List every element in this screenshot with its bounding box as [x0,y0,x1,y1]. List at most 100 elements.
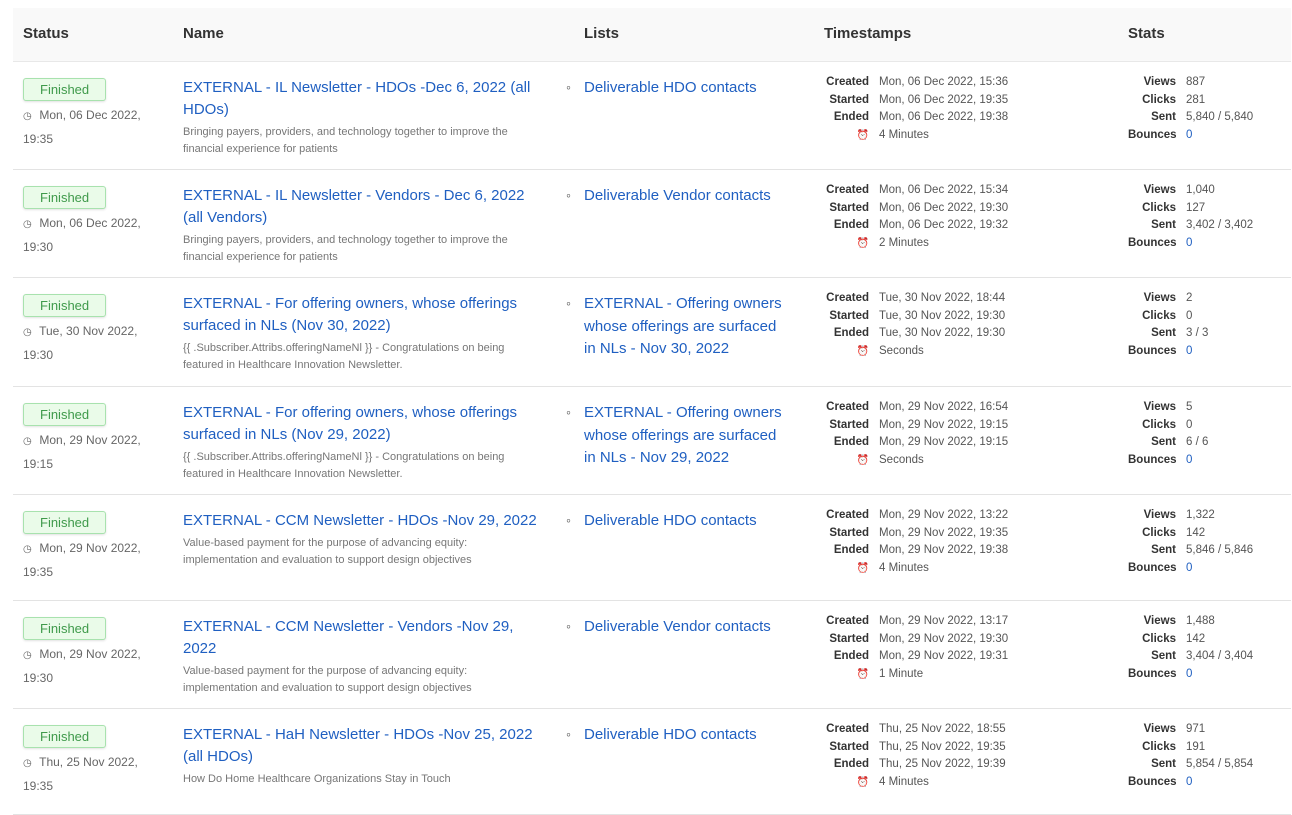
clicks-value: 0 [1186,309,1193,322]
views-label: Views [1143,723,1176,735]
clock-icon: ◷ [23,327,32,338]
header-name[interactable]: Name [183,25,224,42]
campaign-name-link[interactable]: EXTERNAL - IL Newsletter - HDOs -Dec 6, … [183,77,563,121]
name-cell: EXTERNAL - CCM Newsletter - Vendors -Nov… [183,616,563,697]
list-link[interactable]: EXTERNAL - Offering owners whose offerin… [584,293,814,361]
status-date: ◷ Mon, 06 Dec 2022, 19:30 [23,216,141,254]
clicks-label: Clicks [1142,93,1176,106]
bounces-link[interactable]: 0 [1186,345,1192,357]
name-cell: EXTERNAL - HaH Newsletter - HDOs -Nov 25… [183,724,563,788]
stats-cell: Views 1,488 Clicks 142 Sent 3,404 / 3,404 B… [1128,613,1288,684]
views-value: 887 [1186,76,1206,88]
list-link[interactable]: Deliverable HDO contacts [584,724,814,747]
bullet-icon: ◦ [566,726,571,742]
views-label: Views [1143,184,1176,196]
bounces-link[interactable]: 0 [1186,668,1192,680]
clock-icon: ◷ [23,544,32,555]
status-badge: Finished [23,78,107,101]
header-lists[interactable]: Lists [584,25,619,42]
views-value: 2 [1186,292,1193,304]
created-value: Mon, 29 Nov 2022, 13:17 [879,615,1009,627]
started-label: Started [829,418,869,431]
clock-icon: ◷ [23,758,32,769]
bounces-label: Bounces [1128,237,1177,250]
bullet-icon: ◦ [566,404,571,420]
list-link[interactable]: Deliverable Vendor contacts [584,616,814,639]
started-label: Started [829,309,869,322]
duration-value: 4 Minutes [879,129,929,142]
created-label: Created [826,509,869,521]
duration-value: 2 Minutes [879,237,929,250]
stats-cell: Views 1,040 Clicks 127 Sent 3,402 / 3,402 B… [1128,182,1288,253]
timestamps-cell: Created Mon, 29 Nov 2022, 16:54 Started Mo… [824,399,1104,470]
campaign-description: Bringing payers, providers, and technolo… [183,234,508,263]
bounces-link[interactable]: 0 [1186,129,1192,141]
table-row: Finished ◷ Mon, 29 Nov 2022, 19:30 EXTER… [13,601,1291,709]
status-cell: Finished ◷ Tue, 30 Nov 2022, 19:30 [23,294,163,366]
table-header: Status Name Lists Timestamps Stats [13,8,1291,62]
clicks-label: Clicks [1142,418,1176,431]
clicks-value: 191 [1186,740,1206,753]
ended-label: Ended [833,111,869,124]
status-date: ◷ Mon, 29 Nov 2022, 19:35 [23,541,141,579]
status-cell: Finished ◷ Mon, 06 Dec 2022, 19:35 [23,78,163,150]
campaign-name-link[interactable]: EXTERNAL - For offering owners, whose of… [183,402,563,446]
ended-label: Ended [833,650,869,663]
alarm-clock-icon: ⏰ [856,563,869,575]
clicks-label: Clicks [1142,632,1176,645]
sent-value: 3,402 / 3,402 [1186,219,1254,232]
header-stats[interactable]: Stats [1128,25,1165,42]
clicks-label: Clicks [1142,526,1176,539]
bounces-link[interactable]: 0 [1186,454,1192,466]
list-link[interactable]: Deliverable HDO contacts [584,510,814,533]
started-value: Mon, 29 Nov 2022, 19:30 [879,632,1009,645]
started-value: Mon, 06 Dec 2022, 19:35 [879,93,1009,106]
table-row: Finished ◷ Mon, 29 Nov 2022, 19:15 EXTER… [13,387,1291,495]
campaign-name-link[interactable]: EXTERNAL - CCM Newsletter - HDOs -Nov 29… [183,510,563,532]
clicks-value: 281 [1186,93,1206,106]
views-label: Views [1143,292,1176,304]
ended-label: Ended [833,327,869,340]
views-label: Views [1143,76,1176,88]
table-row: Finished ◷ Mon, 06 Dec 2022, 19:35 EXTER… [13,62,1291,170]
bounces-link[interactable]: 0 [1186,562,1192,574]
lists-cell: ◦ Deliverable HDO contacts [566,724,814,747]
created-label: Created [826,723,869,735]
lists-cell: ◦ Deliverable Vendor contacts [566,616,814,639]
campaign-name-link[interactable]: EXTERNAL - CCM Newsletter - Vendors -Nov… [183,616,563,660]
campaign-name-link[interactable]: EXTERNAL - HaH Newsletter - HDOs -Nov 25… [183,724,563,768]
sent-value: 5,854 / 5,854 [1186,758,1254,771]
list-link[interactable]: Deliverable HDO contacts [584,77,814,100]
bounces-link[interactable]: 0 [1186,237,1192,249]
header-status[interactable]: Status [23,25,69,42]
table-row: Finished ◷ Thu, 25 Nov 2022, 19:35 EXTER… [13,709,1291,815]
alarm-clock-icon: ⏰ [856,346,869,358]
ended-value: Mon, 29 Nov 2022, 19:15 [879,436,1009,449]
ended-value: Mon, 06 Dec 2022, 19:32 [879,219,1009,232]
bounces-link[interactable]: 0 [1186,776,1192,788]
lists-cell: ◦ EXTERNAL - Offering owners whose offer… [566,402,814,470]
campaign-name-link[interactable]: EXTERNAL - IL Newsletter - Vendors - Dec… [183,185,563,229]
campaign-name-link[interactable]: EXTERNAL - For offering owners, whose of… [183,293,563,337]
list-link[interactable]: EXTERNAL - Offering owners whose offerin… [584,402,814,470]
ended-label: Ended [833,436,869,449]
created-value: Tue, 30 Nov 2022, 18:44 [879,292,1006,304]
sent-value: 5,846 / 5,846 [1186,544,1254,557]
campaigns-table: Status Name Lists Timestamps Stats Finis… [13,8,1291,815]
sent-label: Sent [1151,111,1176,124]
status-badge: Finished [23,511,107,534]
started-value: Mon, 29 Nov 2022, 19:35 [879,526,1009,539]
started-label: Started [829,740,869,753]
alarm-clock-icon: ⏰ [856,455,869,467]
campaign-description: How Do Home Healthcare Organizations Sta… [183,773,451,785]
timestamps-cell: Created Mon, 29 Nov 2022, 13:17 Started Mo… [824,613,1104,684]
lists-cell: ◦ Deliverable Vendor contacts [566,185,814,208]
campaign-description: Value-based payment for the purpose of a… [183,665,472,694]
started-label: Started [829,632,869,645]
list-link[interactable]: Deliverable Vendor contacts [584,185,814,208]
header-timestamps[interactable]: Timestamps [824,25,911,42]
started-value: Tue, 30 Nov 2022, 19:30 [879,309,1006,322]
clock-icon: ◷ [23,111,32,122]
ended-value: Thu, 25 Nov 2022, 19:39 [879,758,1006,771]
duration-value: 4 Minutes [879,776,929,789]
